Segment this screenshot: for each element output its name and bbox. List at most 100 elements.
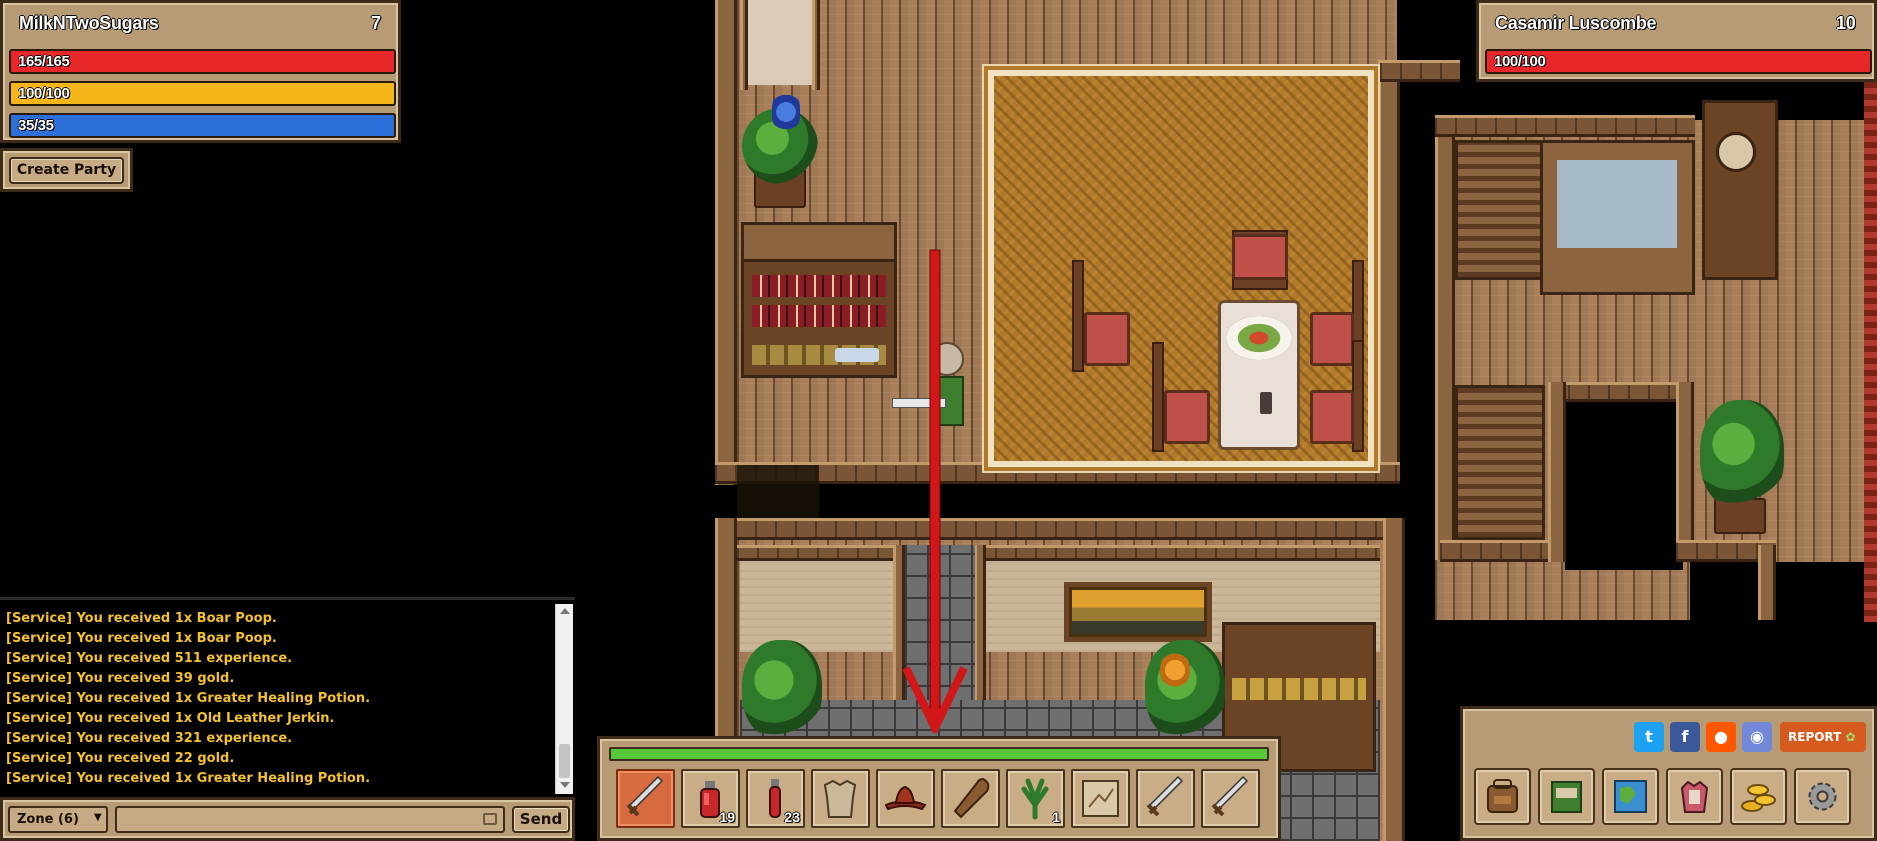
pillar [744,0,816,85]
channel-select[interactable]: Zone (6) ▼ [8,806,108,833]
discord-icon[interactable]: ◉ [1742,722,1772,752]
target-name: Casamir Luscombe [1495,13,1657,33]
backpack-icon [1487,779,1518,813]
experience-fill [611,749,1267,759]
wall [1383,518,1405,841]
leather-armor-icon [823,779,857,818]
spellbook-icon [1551,781,1582,813]
experience-bar [609,747,1269,761]
chair [1084,312,1130,366]
bottles [752,275,886,297]
chat-line: [Service] You received 22 gold. [6,751,235,766]
player-name: MilkNTwoSugars [19,13,159,33]
wall [812,0,820,90]
scroll-up-icon[interactable] [560,608,570,614]
goblet [1260,392,1272,414]
hotbar-slot-9[interactable] [1136,769,1195,828]
clock-face [1716,132,1756,172]
hotbar-slot-2[interactable]: 19 [681,769,740,828]
chat-line: [Service] You received 1x Old Leather Je… [6,711,335,726]
scroll-thumb[interactable] [559,744,570,778]
hotbar-slot-3[interactable]: 23 [746,769,805,828]
painting-canvas [1072,590,1204,634]
target-frame: Casamir Luscombe 10 100/100 [1476,0,1877,82]
movement-arrow-icon [902,249,968,733]
orange-flowers [1160,650,1190,690]
dark-area [1690,562,1877,622]
chair [1310,390,1354,444]
plaster-wall [740,552,900,652]
chat-log[interactable]: [Service] You received 1x Boar Poop. [Se… [0,597,575,795]
potted-plant [742,640,822,740]
hotbar-slot-5[interactable] [876,769,935,828]
hotbar: 19 23 1 [597,736,1281,841]
character-icon [1680,780,1709,813]
hotbar-slot-8[interactable] [1071,769,1130,828]
chat-line: [Service] You received 1x Greater Healin… [6,691,371,706]
character-button[interactable] [1666,768,1723,825]
club-icon [953,777,990,819]
hat-icon [884,785,927,811]
chat-line: [Service] You received 511 experience. [6,651,293,666]
window [1557,160,1677,248]
send-button[interactable]: Send [512,806,570,833]
target-level: 10 [1836,13,1856,33]
wall [1435,115,1695,137]
gold-icon [1741,784,1776,812]
red-curtain [1864,82,1877,622]
sword-icon [626,775,664,817]
mana-bar: 35/35 [9,113,396,138]
wall [1435,120,1455,560]
hotbar-slot-7[interactable]: 1 [1006,769,1065,828]
wall [1380,60,1460,82]
glass-jar [835,348,879,362]
map-scroll-icon [1082,780,1119,817]
target-health-bar: 100/100 [1485,49,1872,74]
keyboard-icon[interactable] [483,813,497,825]
bread-shelf [1232,678,1366,700]
chat-scrollbar[interactable] [555,604,573,794]
player-frame: MilkNTwoSugars 7 165/165 100/100 35/35 [0,0,401,143]
potted-plant [1700,400,1784,510]
chair-back [1152,342,1164,452]
world-map-button[interactable] [1602,768,1659,825]
wall [715,0,737,485]
bottles [752,305,886,327]
channel-label: Zone (6) [17,812,79,827]
wall [1758,545,1776,620]
report-label: REPORT [1788,730,1842,744]
wall [740,0,748,90]
hotbar-slot-4[interactable] [811,769,870,828]
gold-button[interactable] [1730,768,1787,825]
energy-bar: 100/100 [9,81,396,106]
beam [975,545,1380,561]
spellbook-button[interactable] [1538,768,1595,825]
chat-input[interactable] [115,806,505,833]
player-level: 7 [371,13,381,33]
slot-count: 23 [784,809,800,825]
create-party-button[interactable]: Create Party [9,157,124,184]
hotbar-slot-1[interactable] [616,769,675,828]
backpack-button[interactable] [1474,768,1531,825]
slot-count: 1 [1052,809,1060,825]
settings-button[interactable] [1794,768,1851,825]
reddit-icon[interactable]: ● [1706,722,1736,752]
chat-line: [Service] You received 39 gold. [6,671,235,686]
energy-text: 100/100 [18,85,70,102]
shelf-top [741,222,897,262]
report-button[interactable]: REPORT ✿ [1780,722,1866,752]
facebook-icon[interactable]: f [1670,722,1700,752]
twitter-icon[interactable]: t [1634,722,1664,752]
hotbar-slot-6[interactable] [941,769,1000,828]
staircase [1455,385,1545,540]
bug-icon: ✿ [1845,730,1856,744]
staircase [1455,140,1545,280]
hotbar-slot-10[interactable] [1201,769,1260,828]
party-panel: Create Party [0,148,133,192]
beam [737,545,897,561]
health-bar: 165/165 [9,49,396,74]
scroll-down-icon[interactable] [560,782,570,788]
sword-icon [1146,775,1184,817]
chat-input-bar: Zone (6) ▼ Send [0,797,575,841]
wall [715,518,1405,540]
